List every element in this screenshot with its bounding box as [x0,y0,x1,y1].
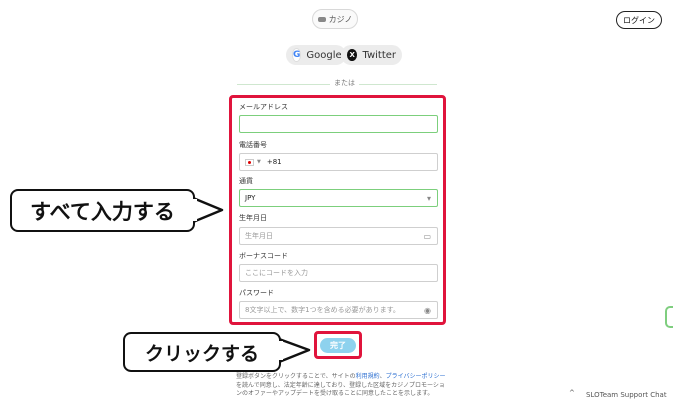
callout-joint [277,341,283,360]
google-icon: G [292,48,302,62]
birthdate-placeholder: 生年月日 [245,232,273,240]
email-field[interactable] [239,115,438,133]
casino-icon [317,16,326,22]
calendar-icon[interactable]: ▭ [423,232,431,241]
callout-joint [191,199,197,221]
chevron-down-icon[interactable]: ▼ [257,159,261,165]
currency-value: JPY [245,194,256,202]
terms-text: 登録ボタンをクリックすることで、サイトの利用規約、プライバシーポリシーを読んで同… [236,373,446,399]
google-label: Google [306,49,342,61]
phone-field[interactable]: ▼ +81 [239,153,438,171]
email-label: メールアドレス [239,103,288,111]
birthdate-field[interactable]: 生年月日 ▭ [239,227,438,245]
or-divider-label: または [330,78,359,88]
currency-label: 通貨 [239,177,253,185]
chevron-up-icon[interactable]: ^ [569,389,575,397]
password-label: パスワード [239,289,274,297]
chevron-down-icon: ▾ [426,194,431,203]
login-button[interactable]: ログイン [616,11,662,29]
terms-suffix: を読んで同意し、法定年齢に達しており、登録した区域をカジノプロモーションのオファ… [236,381,445,398]
category-tab-casino[interactable]: カジノ [312,9,358,29]
click-callout: クリックする [123,332,281,372]
bonus-code-label: ボーナスコード [239,252,288,260]
birthdate-label: 生年月日 [239,214,267,222]
google-signup-button[interactable]: G Google [286,45,346,65]
fill-all-callout: すべて入力する [10,189,195,232]
category-label: カジノ [328,14,353,24]
privacy-policy-link[interactable]: プライバシーポリシー [386,373,446,380]
password-placeholder: 8文字以上で、数字1つを含める必要があります。 [245,306,400,314]
japan-flag-icon[interactable] [245,158,254,166]
submit-button[interactable]: 完了 [320,338,356,353]
terms-link[interactable]: 利用規約 [356,373,380,380]
password-field[interactable]: 8文字以上で、数字1つを含める必要があります。 ◉ [239,301,438,319]
eye-icon[interactable]: ◉ [424,306,431,315]
terms-prefix: 登録ボタンをクリックすることで、サイトの [236,373,356,380]
twitter-signup-button[interactable]: X Twitter [341,45,402,65]
side-tab[interactable] [665,306,673,328]
phone-label: 電話番号 [239,141,267,149]
phone-dial-code: +81 [266,158,282,166]
currency-select[interactable]: JPY ▾ [239,189,438,207]
support-chat-label[interactable]: SLOTeam Support Chat [586,391,667,399]
x-icon: X [347,49,358,61]
twitter-label: Twitter [362,49,396,61]
bonus-code-placeholder: ここにコードを入力 [245,269,308,277]
bonus-code-field[interactable]: ここにコードを入力 [239,264,438,282]
